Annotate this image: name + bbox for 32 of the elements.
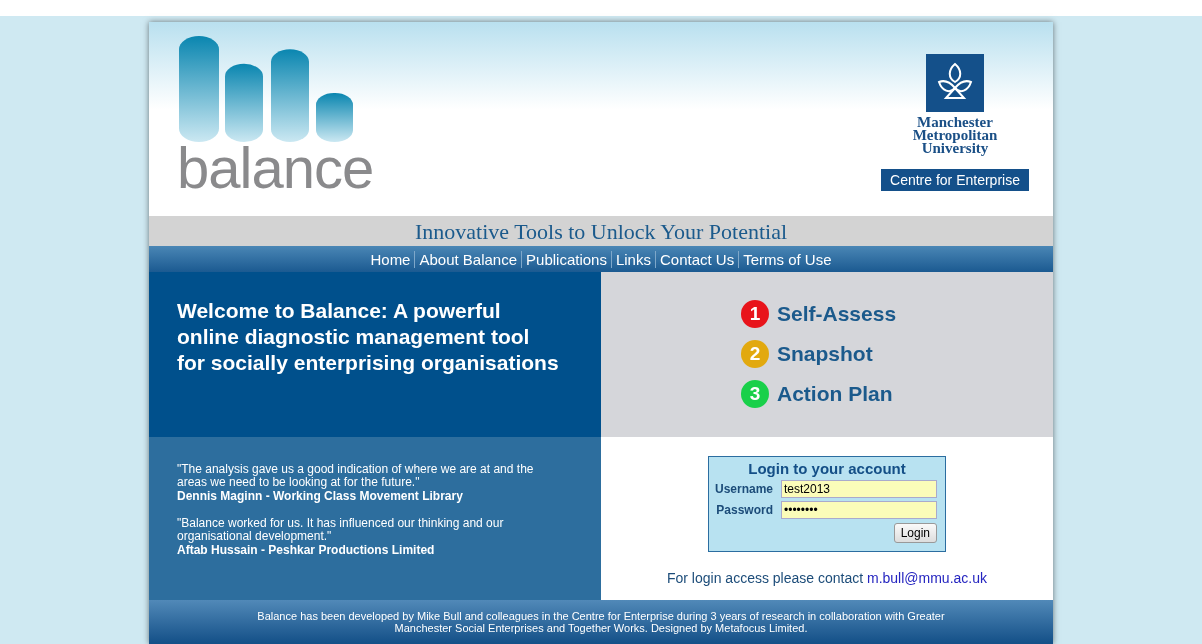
centre-label: Centre for Enterprise (881, 169, 1029, 191)
step-link[interactable]: 1 Self-Assess (741, 300, 1053, 328)
university-crest-icon (926, 54, 984, 112)
login-button[interactable]: Login (893, 523, 937, 543)
step-number: 1 (741, 300, 769, 328)
nav-link[interactable]: Contact Us (654, 250, 739, 268)
nav-link[interactable]: About Balance (414, 250, 522, 268)
testimonial-author: Aftab Hussain - Peshkar Productions Limited (177, 543, 436, 557)
username-label: Username (714, 482, 773, 496)
password-field[interactable]: •••••••• (781, 501, 937, 519)
username-field[interactable]: test2013 (781, 480, 937, 498)
login-title: Login to your account (748, 460, 906, 477)
step-link[interactable]: 3 Action Plan (741, 380, 1053, 408)
testimonial-author: Dennis Maginn - Working Class Movement Library (177, 489, 464, 503)
testimonial-quote: "Balance worked for us. It has influenced our thinking and our organisational development." (177, 517, 505, 543)
nav-link[interactable]: Terms of Use (738, 250, 836, 268)
logo-bars-icon (179, 36, 355, 142)
tagline: Innovative Tools to Unlock Your Potential (149, 216, 1053, 246)
step-number: 2 (741, 340, 769, 368)
step-number: 3 (741, 380, 769, 408)
email-link[interactable]: m.bull@mmu.ac.uk (867, 570, 987, 586)
welcome-heading: Welcome to Balance: A powerful online diagnostic management tool for socially enterprising organisations (177, 298, 560, 376)
logo-text: balance (177, 134, 374, 201)
password-label: Password (716, 503, 773, 517)
university-name: Manchester Metropolitan University (912, 116, 998, 155)
contact-text: For login access please contact m.bull@mmu.ac.uk (667, 570, 987, 586)
nav-link[interactable]: Publications (521, 250, 611, 268)
footer-text: Balance has been developed by Mike Bull and colleagues in the Centre for Enterprise during 3 years of research in collaboration with Greater Manchester Social Enterprises and Together Works. Designed by Metafocus Limited. (256, 610, 946, 634)
nav-link[interactable]: Home (366, 250, 415, 268)
testimonial-quote: "The analysis gave us a good indication of where we are at and the areas we need to be looking at for the future." (177, 463, 535, 489)
step-link[interactable]: 2 Snapshot (741, 340, 1053, 368)
nav-link[interactable]: Links (610, 250, 655, 268)
